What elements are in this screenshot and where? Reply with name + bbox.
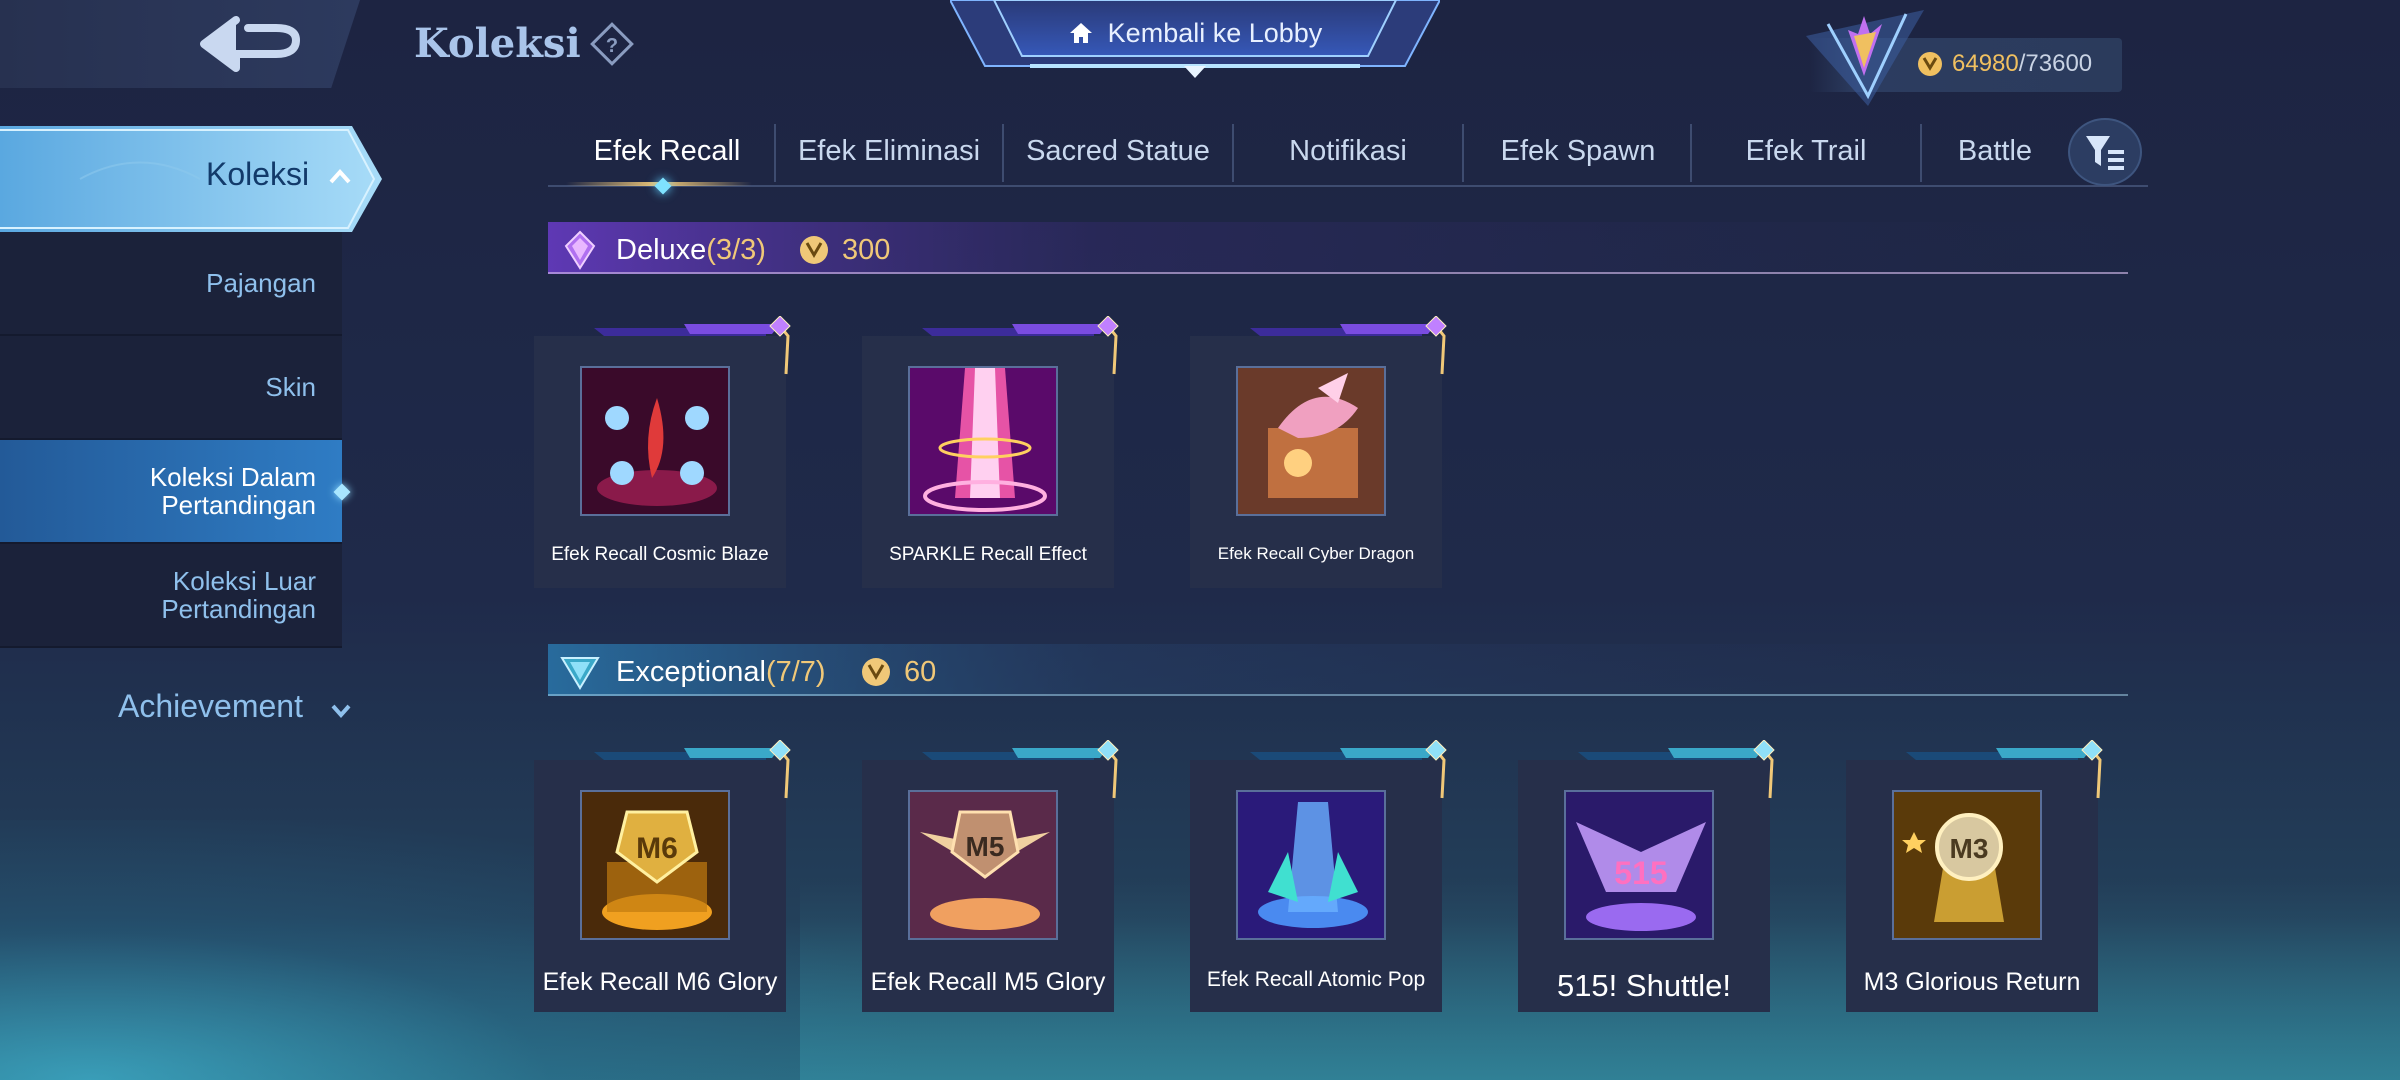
sidebar-item-label: Koleksi Dalam Pertandingan [149, 462, 316, 520]
section-count: (3/3) [706, 234, 766, 266]
back-button[interactable] [196, 14, 312, 76]
exceptional-gem-icon [560, 657, 600, 690]
shuttle-thumbnail: 515 [1564, 790, 1714, 940]
currency-current: 64980 [1952, 50, 2019, 77]
section-count: (7/7) [765, 656, 826, 688]
svg-text:M6: M6 [636, 832, 678, 865]
item-card[interactable]: M6 Efek Recall M6 Glory [534, 740, 791, 1012]
svg-text:?: ? [606, 35, 618, 57]
item-card[interactable]: Efek Recall Cosmic Blaze [534, 316, 791, 588]
sparkle-thumbnail [908, 366, 1058, 516]
tab-notifikasi[interactable]: Notifikasi [1234, 118, 1462, 184]
help-icon[interactable]: ? [590, 22, 634, 66]
item-name: SPARKLE Recall Effect [889, 544, 1087, 565]
sidebar-item-label: Koleksi Luar Pertandingan [161, 566, 316, 624]
tab-sacred-statue[interactable]: Sacred Statue [1004, 118, 1232, 184]
m6-glory-thumbnail: M6 [580, 790, 730, 940]
sidebar-item-skin[interactable]: Skin [0, 336, 342, 440]
item-name: Efek Recall Cosmic Blaze [551, 544, 769, 565]
sidebar-item-pajangan[interactable]: Pajangan [0, 232, 342, 336]
cyber-dragon-thumbnail [1236, 366, 1386, 516]
filter-button[interactable] [2068, 118, 2142, 186]
tabs-baseline [548, 185, 2148, 187]
item-card[interactable]: M5 Efek Recall M5 Glory [862, 740, 1119, 1012]
atomic-pop-thumbnail [1236, 790, 1386, 940]
item-card[interactable]: SPARKLE Recall Effect [862, 316, 1119, 588]
item-name: 515! Shuttle! [1556, 968, 1732, 1003]
coin-icon [862, 658, 890, 686]
tab-efek-spawn[interactable]: Efek Spawn [1464, 118, 1692, 184]
m3-glorious-return-thumbnail: M3 [1892, 790, 2042, 940]
tab-battle[interactable]: Battle [1922, 118, 2068, 184]
sidebar-item-koleksi-luar-pertandingan[interactable]: Koleksi Luar Pertandingan [0, 544, 342, 648]
item-card[interactable]: Efek Recall Atomic Pop [1190, 740, 1447, 1012]
back-arrow-icon [200, 16, 300, 72]
sidebar-item-label: Pajangan [206, 268, 316, 298]
section-header-deluxe: Deluxe(3/3) 300 [548, 222, 2128, 278]
sidebar-item-label: Skin [265, 372, 316, 402]
lobby-label: Kembali ke Lobby [1107, 17, 1323, 48]
home-icon [1069, 23, 1092, 43]
svg-text:515: 515 [1614, 855, 1667, 891]
section-title: Exceptional(7/7) [616, 656, 826, 689]
item-card[interactable]: Efek Recall Cyber Dragon [1190, 316, 1447, 588]
item-card[interactable]: M3 M3 Glorious Return [1846, 740, 2103, 1012]
currency-amount: 64980/73600 [1952, 50, 2092, 78]
tab-efek-trail[interactable]: Efek Trail [1692, 118, 1920, 184]
chevron-down-icon [331, 704, 351, 719]
sidebar-koleksi-label: Koleksi [206, 156, 310, 192]
item-name: Efek Recall M6 Glory [542, 968, 778, 996]
item-card[interactable]: 515 515! Shuttle! [1518, 740, 1775, 1012]
chevron-up-icon [329, 169, 351, 184]
item-name: Efek Recall Cyber Dragon [1217, 544, 1415, 563]
page-title: Koleksi [414, 20, 581, 67]
item-name: Efek Recall Atomic Pop [1206, 968, 1426, 991]
coin-icon [800, 236, 828, 264]
sidebar-koleksi-header[interactable] [0, 126, 382, 232]
svg-text:M5: M5 [966, 831, 1005, 862]
tab-divider [774, 124, 776, 182]
section-price: 60 [904, 656, 937, 688]
sidebar-item-koleksi-dalam-pertandingan[interactable]: Koleksi Dalam Pertandingan [0, 440, 351, 544]
item-name: Efek Recall M5 Glory [870, 968, 1106, 996]
section-header-exceptional: Exceptional(7/7) 60 [548, 644, 2128, 700]
top-bar: Koleksi ? Kembali ke Lobby 64980/73600 [0, 0, 2400, 106]
category-tabs: Efek Recall Efek Eliminasi Sacred Statue… [548, 118, 2148, 188]
section-title-text: Exceptional [616, 656, 766, 688]
item-name: M3 Glorious Return [1863, 968, 2081, 996]
m5-glory-thumbnail: M5 [908, 790, 1058, 940]
tab-efek-eliminasi[interactable]: Efek Eliminasi [778, 118, 1000, 184]
coin-icon [1918, 52, 1942, 76]
cosmic-blaze-thumbnail [580, 366, 730, 516]
svg-text:M3: M3 [1950, 833, 1989, 864]
rank-emblem-icon [1806, 10, 1924, 106]
sidebar-list: Pajangan Skin Koleksi Dalam Pertandingan… [0, 232, 351, 648]
tab-efek-recall[interactable]: Efek Recall [556, 118, 778, 184]
sidebar-achievement[interactable]: Achievement [118, 688, 303, 725]
section-title: Deluxe(3/3) [616, 234, 766, 267]
currency-max: /73600 [2018, 50, 2093, 77]
back-to-lobby-button[interactable]: Kembali ke Lobby [994, 0, 1396, 66]
section-title-text: Deluxe [616, 234, 707, 266]
filter-icon [2086, 136, 2124, 170]
section-bar [548, 222, 2128, 274]
deluxe-gem-icon [564, 230, 596, 270]
section-price: 300 [842, 234, 891, 266]
